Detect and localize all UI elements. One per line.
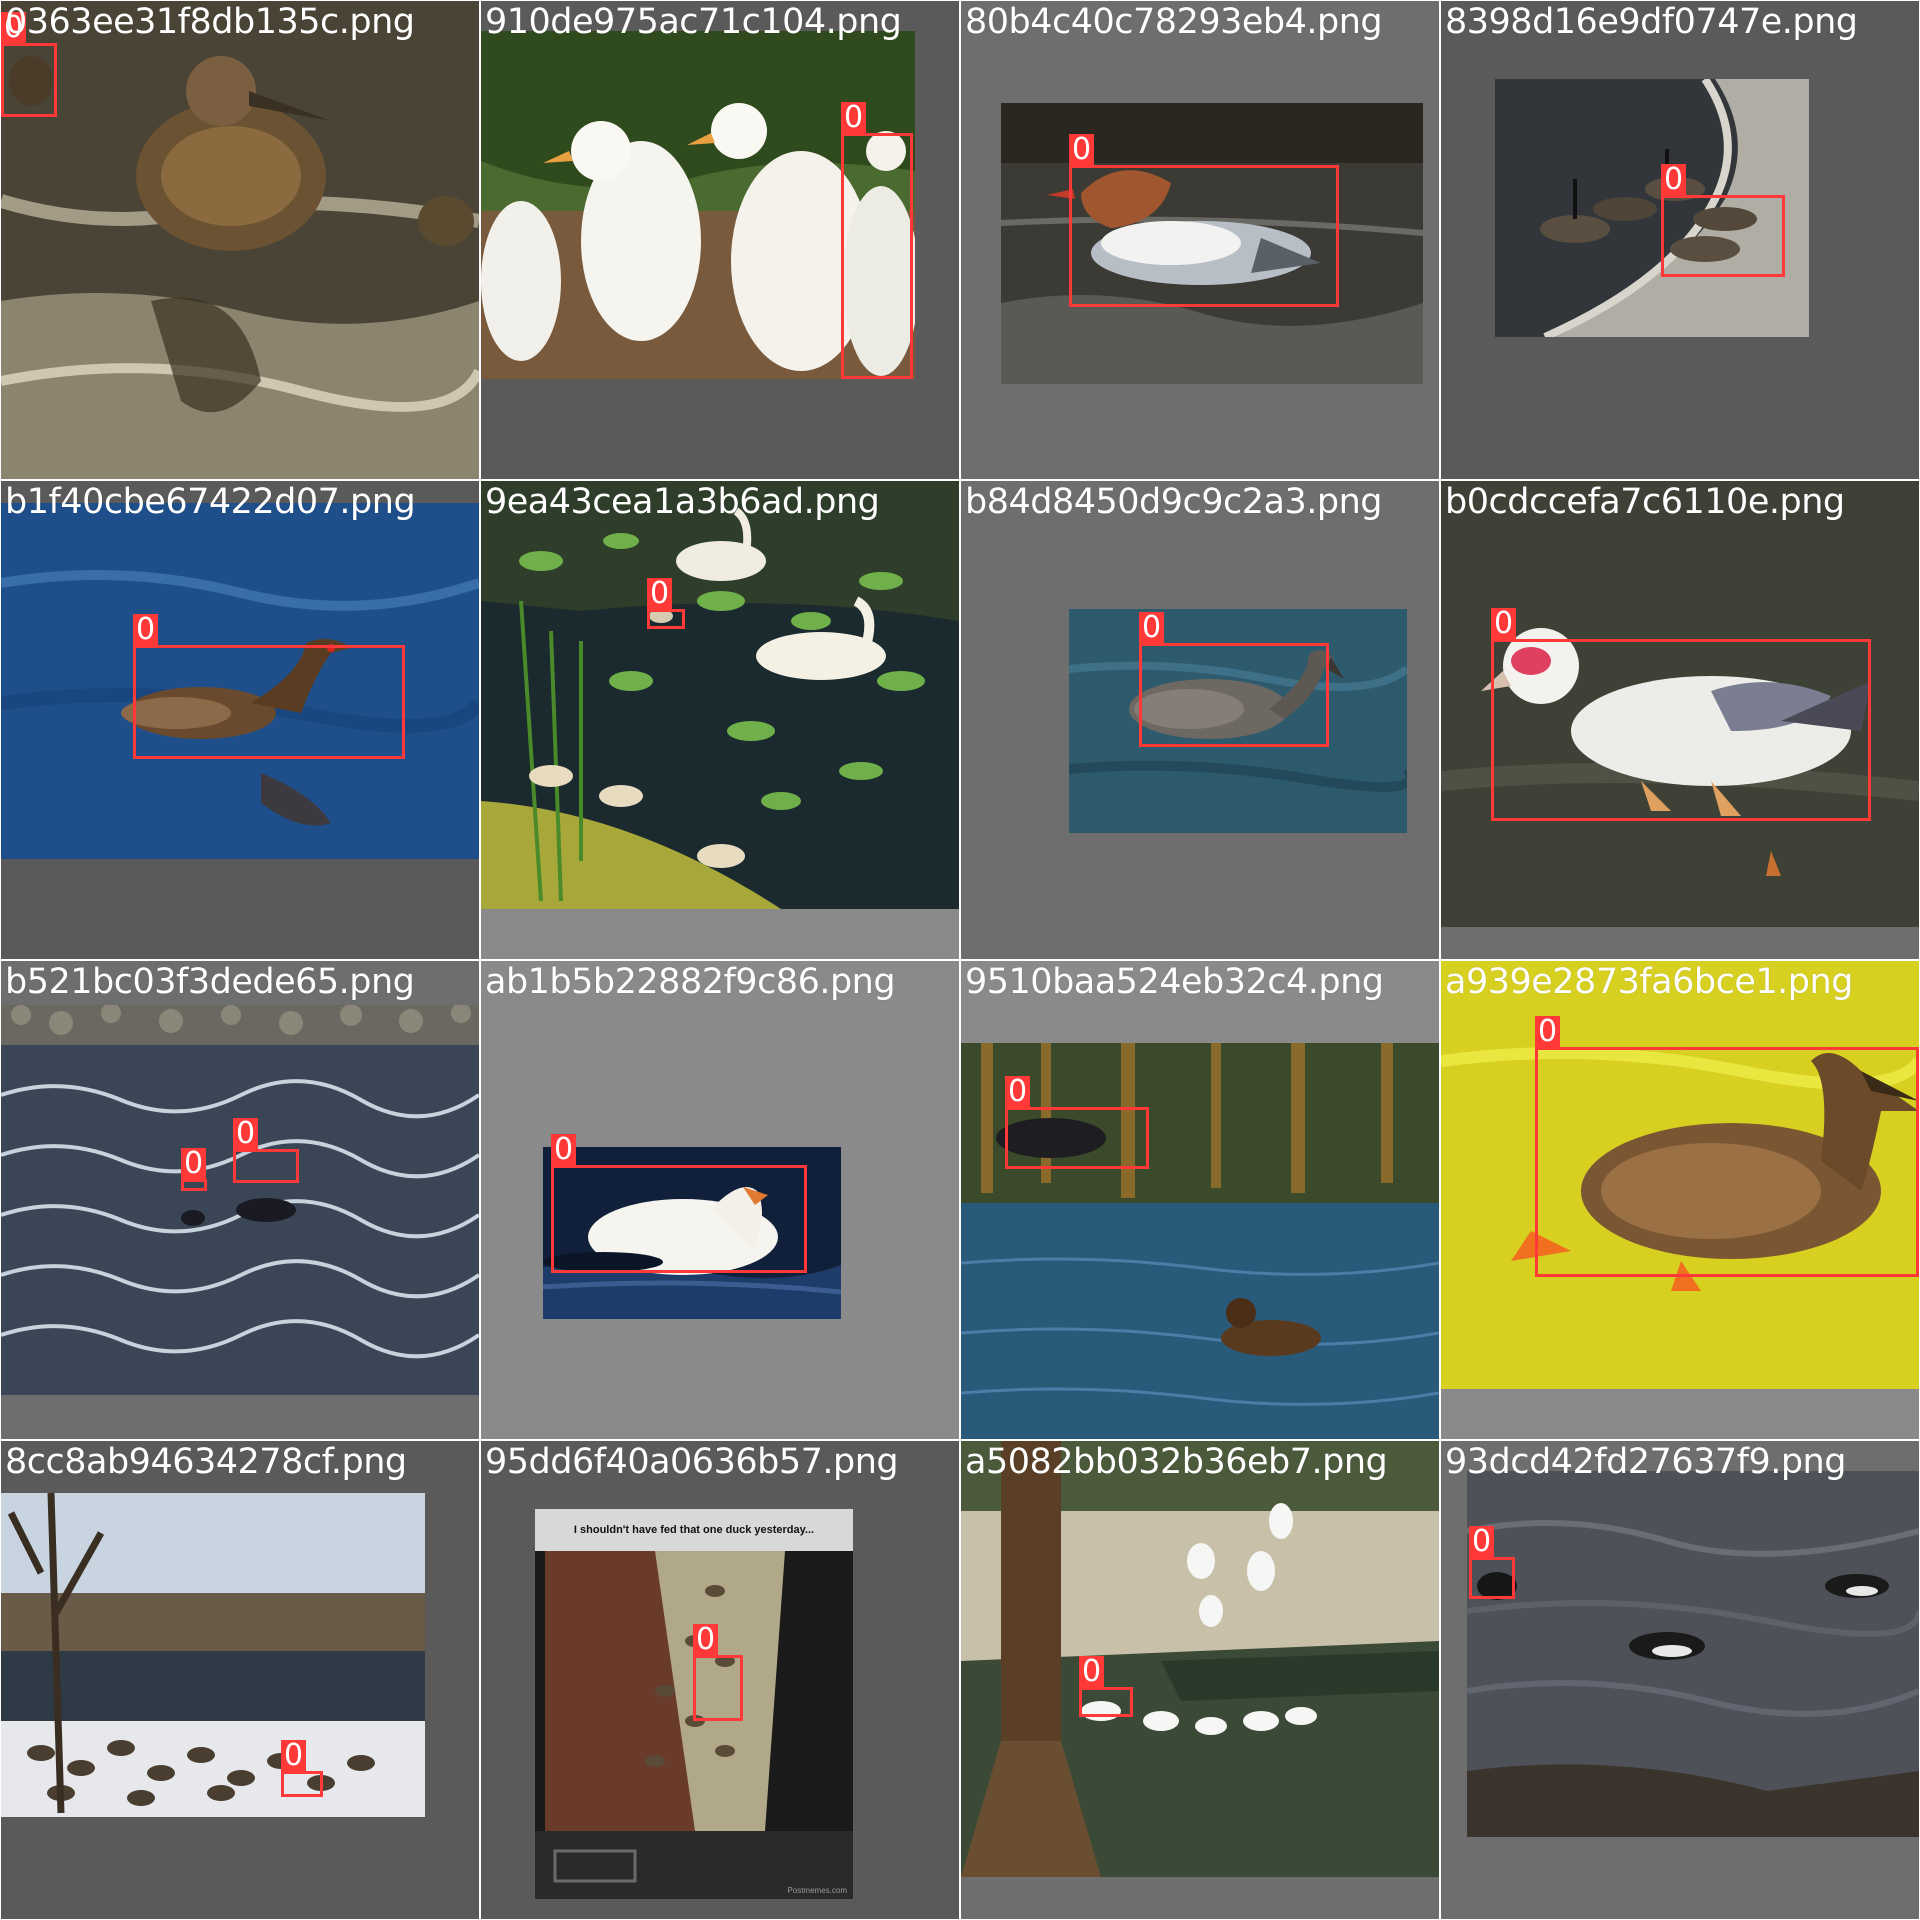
image-filename: b84d8450d9c9c2a3.png — [965, 482, 1383, 522]
duck-photo — [1, 1005, 479, 1395]
mosaic-tile[interactable]: 0 0 b521bc03f3dede65.png — [1, 961, 479, 1439]
class-label: 0 — [1139, 612, 1165, 644]
detection-box: 0 — [841, 102, 913, 379]
detection-box: 0 — [647, 578, 685, 629]
detection-box: 0 — [1005, 1076, 1149, 1169]
image-filename: 93dcd42fd27637f9.png — [1445, 1442, 1846, 1482]
image-filename: 910de975ac71c104.png — [485, 2, 902, 42]
class-label: 0 — [1491, 608, 1517, 640]
detection-box: 0 — [1079, 1656, 1133, 1717]
detection-box: 0 — [1661, 164, 1785, 277]
mosaic-tile[interactable]: 0 8398d16e9df0747e.png — [1441, 1, 1919, 479]
duck-photo — [1467, 1471, 1919, 1837]
geese-photo — [961, 1441, 1439, 1877]
image-filename: a939e2873fa6bce1.png — [1445, 962, 1853, 1002]
detection-box: 0 — [181, 1148, 207, 1191]
mosaic-tile[interactable]: 0 8cc8ab94634278cf.png — [1, 1441, 479, 1919]
duck-photo — [1, 1, 479, 479]
meme-watermark: Postmemes.com — [787, 1886, 847, 1895]
mosaic-tile[interactable]: 0 80b4c40c78293eb4.png — [961, 1, 1439, 479]
detection-box: 0 — [1, 12, 57, 117]
detection-box: 0 — [1491, 608, 1871, 821]
mosaic-tile[interactable]: 0 ab1b5b22882f9c86.png — [481, 961, 959, 1439]
mosaic-tile[interactable]: 0 b0cdccefa7c6110e.png — [1441, 481, 1919, 959]
class-label: 0 — [1079, 1656, 1105, 1688]
mosaic-tile[interactable]: 0 b84d8450d9c9c2a3.png — [961, 481, 1439, 959]
image-filename: 95dd6f40a0636b57.png — [485, 1442, 899, 1482]
detection-box: 0 — [693, 1624, 743, 1721]
image-filename: 8cc8ab94634278cf.png — [5, 1442, 407, 1482]
class-label: 0 — [1469, 1526, 1495, 1558]
detection-box: 0 — [1069, 134, 1339, 307]
detection-box: 0 — [133, 614, 405, 759]
detection-box: 0 — [551, 1134, 807, 1273]
detection-box: 0 — [233, 1118, 299, 1183]
class-label: 0 — [647, 578, 673, 610]
image-filename: 80b4c40c78293eb4.png — [965, 2, 1383, 42]
duck-photo — [961, 1043, 1439, 1439]
class-label: 0 — [233, 1118, 259, 1150]
mosaic-tile[interactable]: 0 0363ee31f8db135c.png — [1, 1, 479, 479]
image-filename: 9ea43cea1a3b6ad.png — [485, 482, 880, 522]
image-filename: 8398d16e9df0747e.png — [1445, 2, 1858, 42]
image-filename: b521bc03f3dede65.png — [5, 962, 415, 1002]
mosaic-tile[interactable]: I shouldn't have fed that one duck yeste… — [481, 1441, 959, 1919]
image-filename: b0cdccefa7c6110e.png — [1445, 482, 1845, 522]
duck-photo — [1, 1493, 425, 1817]
class-label: 0 — [1661, 164, 1687, 196]
class-label: 0 — [281, 1740, 307, 1772]
class-label: 0 — [551, 1134, 577, 1166]
mosaic-tile[interactable]: 0 910de975ac71c104.png — [481, 1, 959, 479]
class-label: 0 — [1005, 1076, 1031, 1108]
meme-caption: I shouldn't have fed that one duck yeste… — [573, 1524, 815, 1536]
class-label: 0 — [1069, 134, 1095, 166]
image-filename: ab1b5b22882f9c86.png — [485, 962, 896, 1002]
detection-box: 0 — [1469, 1526, 1515, 1599]
mosaic-tile[interactable]: 0 a939e2873fa6bce1.png — [1441, 961, 1919, 1439]
image-filename: a5082bb032b36eb7.png — [965, 1442, 1388, 1482]
image-mosaic-grid: 0 0363ee31f8db135c.png 0 910de975ac71c10… — [0, 0, 1920, 1920]
class-label: 0 — [181, 1148, 207, 1180]
image-filename: b1f40cbe67422d07.png — [5, 482, 416, 522]
image-filename: 9510baa524eb32c4.png — [965, 962, 1384, 1002]
meme-caption-bar: I shouldn't have fed that one duck yeste… — [535, 1509, 853, 1551]
mosaic-tile[interactable]: 0 b1f40cbe67422d07.png — [1, 481, 479, 959]
class-label: 0 — [1535, 1016, 1561, 1048]
mosaic-tile[interactable]: 0 9ea43cea1a3b6ad.png — [481, 481, 959, 959]
detection-box: 0 — [1535, 1016, 1919, 1277]
mosaic-tile[interactable]: 0 93dcd42fd27637f9.png — [1441, 1441, 1919, 1919]
class-label: 0 — [693, 1624, 719, 1656]
class-label: 0 — [841, 102, 867, 134]
image-filename: 0363ee31f8db135c.png — [5, 2, 415, 42]
class-label: 0 — [133, 614, 159, 646]
mosaic-tile[interactable]: 0 9510baa524eb32c4.png — [961, 961, 1439, 1439]
swan-photo — [481, 481, 959, 909]
mosaic-tile[interactable]: 0 a5082bb032b36eb7.png — [961, 1441, 1439, 1919]
detection-box: 0 — [1139, 612, 1329, 747]
detection-box: 0 — [281, 1740, 323, 1797]
